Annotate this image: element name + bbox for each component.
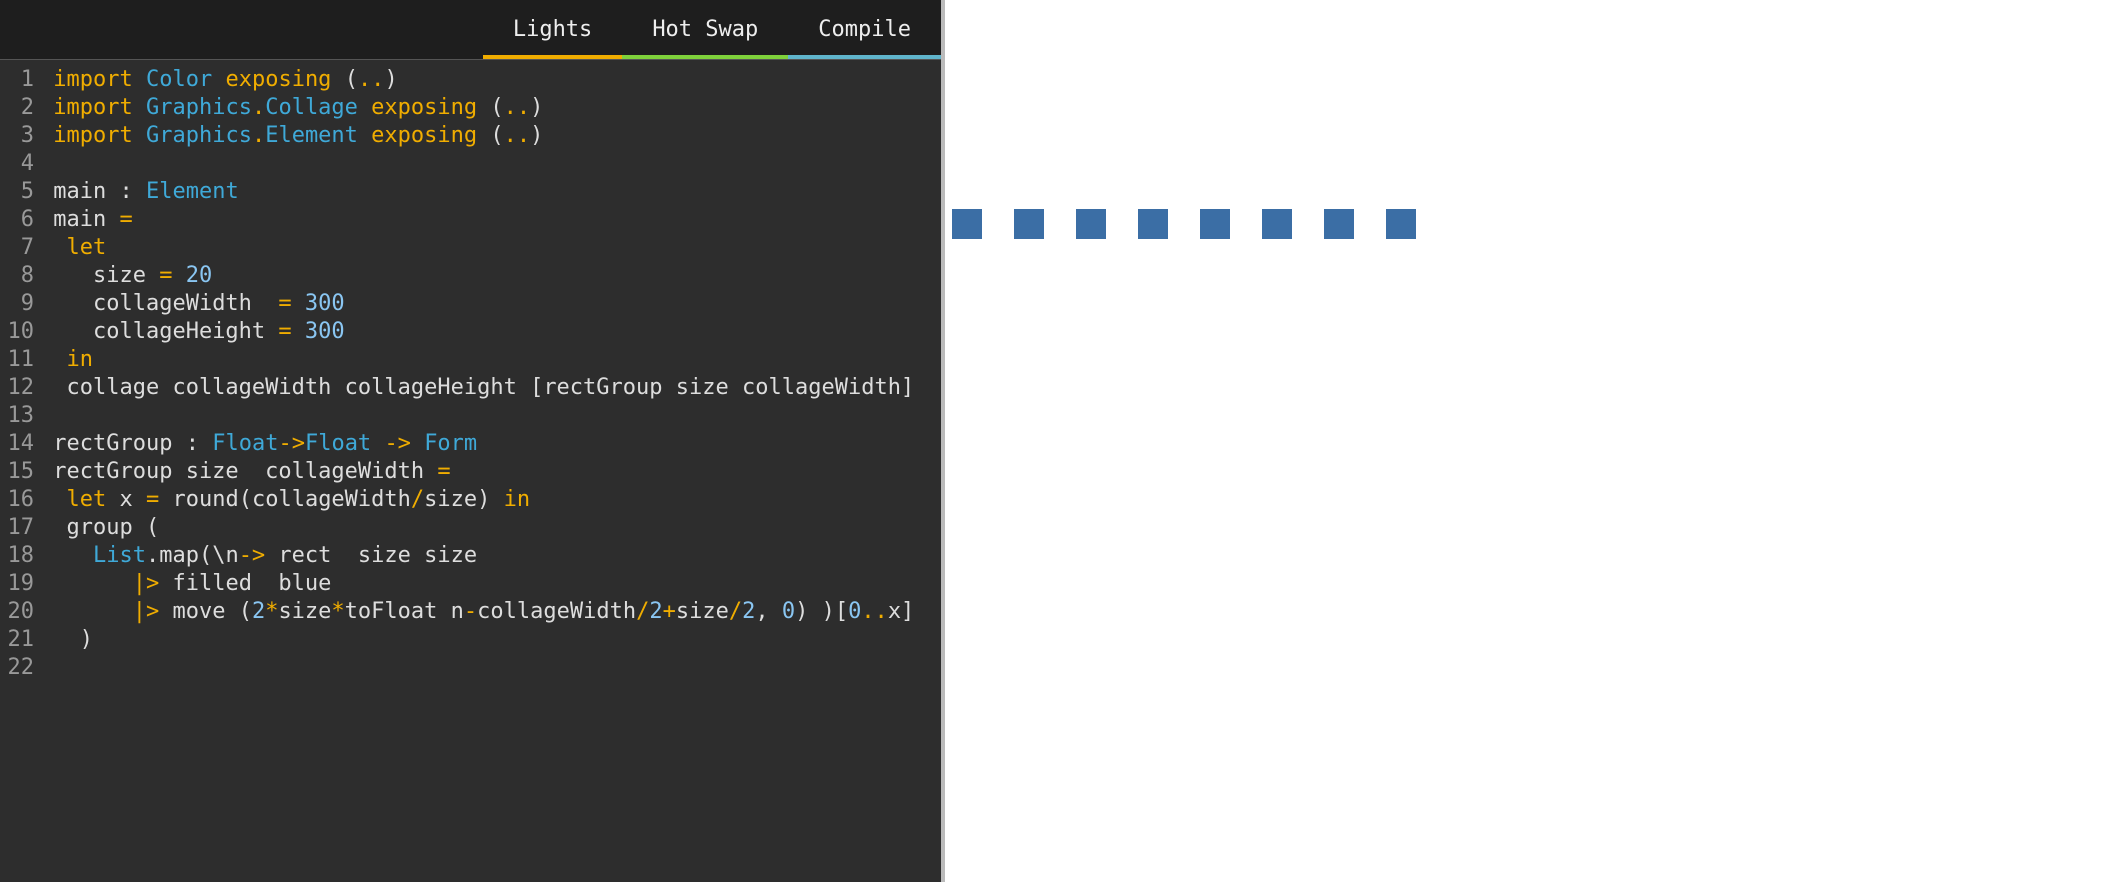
editor-pane: Lights Hot Swap Compile 1 import Color e… [0, 0, 941, 882]
line-number: 21 [0, 626, 40, 654]
code-line: 9 collageWidth = 300 [0, 290, 941, 318]
output-square [1262, 209, 1292, 239]
code-line: 3 import Graphics.Element exposing (..) [0, 122, 941, 150]
output-square [1324, 209, 1354, 239]
line-number: 9 [0, 290, 40, 318]
hotswap-button[interactable]: Hot Swap [622, 0, 788, 59]
output-square [1200, 209, 1230, 239]
line-number: 15 [0, 458, 40, 486]
line-number: 19 [0, 570, 40, 598]
code-line: 2 import Graphics.Collage exposing (..) [0, 94, 941, 122]
output-square [1386, 209, 1416, 239]
toolbar: Lights Hot Swap Compile [0, 0, 941, 60]
line-number: 20 [0, 598, 40, 626]
code-line: 17 group ( [0, 514, 941, 542]
output-square [1014, 209, 1044, 239]
line-number: 12 [0, 374, 40, 402]
output-square [1138, 209, 1168, 239]
line-number: 13 [0, 402, 40, 430]
line-number: 16 [0, 486, 40, 514]
code-line: 11 in [0, 346, 941, 374]
line-number: 2 [0, 94, 40, 122]
code-editor[interactable]: 1 import Color exposing (..) 2 import Gr… [0, 60, 941, 882]
line-number: 11 [0, 346, 40, 374]
code-line: 22 [0, 654, 941, 682]
line-number: 17 [0, 514, 40, 542]
line-number: 6 [0, 206, 40, 234]
output-squares [952, 209, 1416, 239]
line-number: 8 [0, 262, 40, 290]
code-line: 15 rectGroup size collageWidth = [0, 458, 941, 486]
code-line: 12 collage collageWidth collageHeight [r… [0, 374, 941, 402]
code-line: 4 [0, 150, 941, 178]
code-line: 5 main : Element [0, 178, 941, 206]
line-number: 7 [0, 234, 40, 262]
code-line: 7 let [0, 234, 941, 262]
line-number: 4 [0, 150, 40, 178]
code-line: 10 collageHeight = 300 [0, 318, 941, 346]
code-line: 18 List.map(\n-> rect size size [0, 542, 941, 570]
code-line: 6 main = [0, 206, 941, 234]
code-line: 8 size = 20 [0, 262, 941, 290]
output-square [952, 209, 982, 239]
line-number: 14 [0, 430, 40, 458]
line-number: 10 [0, 318, 40, 346]
line-number: 18 [0, 542, 40, 570]
code-line: 1 import Color exposing (..) [0, 66, 941, 94]
line-number: 22 [0, 654, 40, 682]
line-number: 5 [0, 178, 40, 206]
line-number: 1 [0, 66, 40, 94]
line-number: 3 [0, 122, 40, 150]
output-pane [945, 0, 2126, 882]
code-line: 19 |> filled blue [0, 570, 941, 598]
output-square [1076, 209, 1106, 239]
code-line: 20 |> move (2*size*toFloat n-collageWidt… [0, 598, 941, 626]
code-line: 16 let x = round(collageWidth/size) in [0, 486, 941, 514]
lights-button[interactable]: Lights [483, 0, 622, 59]
code-line: 13 [0, 402, 941, 430]
code-line: 14 rectGroup : Float->Float -> Form [0, 430, 941, 458]
code-line: 21 ) [0, 626, 941, 654]
compile-button[interactable]: Compile [788, 0, 941, 59]
